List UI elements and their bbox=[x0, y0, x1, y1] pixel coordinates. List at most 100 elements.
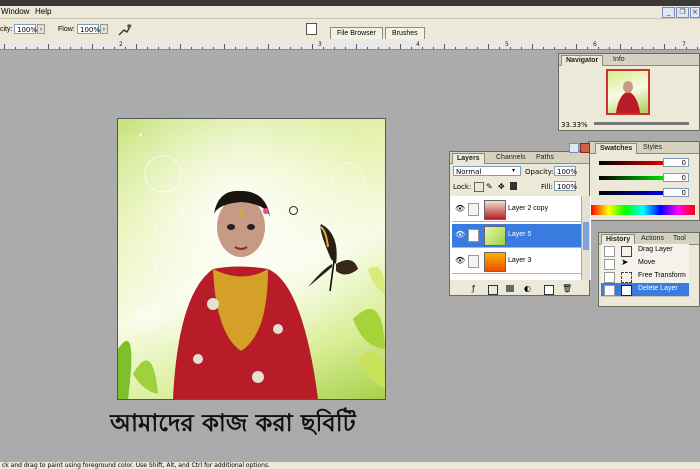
layers-list: 👁 Layer 2 copy 👁 Layer 5 👁 Layer 3 bbox=[450, 196, 591, 280]
close-button[interactable]: × bbox=[690, 7, 700, 18]
brush-link-box[interactable] bbox=[468, 255, 479, 268]
history-item[interactable]: ➤ Move bbox=[601, 257, 689, 271]
tab-channels[interactable]: Channels bbox=[492, 153, 530, 163]
tab-swatches[interactable]: Swatches bbox=[595, 143, 638, 154]
ruler-tick bbox=[125, 47, 126, 49]
ruler-tick bbox=[180, 44, 181, 49]
tab-styles[interactable]: Styles bbox=[639, 143, 666, 153]
layer-name: Layer 5 bbox=[508, 231, 532, 238]
minimize-button[interactable]: _ bbox=[662, 7, 675, 18]
red-slider[interactable] bbox=[599, 161, 673, 165]
flow-arrow-button[interactable]: › bbox=[100, 24, 108, 34]
new-set-icon[interactable] bbox=[506, 285, 514, 292]
ruler-tick bbox=[609, 47, 610, 49]
history-source-box[interactable] bbox=[604, 285, 615, 296]
blue-value[interactable]: 0 bbox=[663, 188, 689, 197]
ruler-tick bbox=[433, 47, 434, 49]
tab-layers[interactable]: Layers bbox=[452, 153, 485, 164]
navigator-tabs: Navigator Info bbox=[559, 54, 699, 66]
tab-actions[interactable]: Actions bbox=[637, 234, 668, 244]
history-item[interactable]: Delete Layer bbox=[601, 283, 689, 297]
opacity-input[interactable]: 100% bbox=[14, 24, 37, 34]
layers-minimize-button[interactable] bbox=[569, 143, 579, 153]
lock-move-icon[interactable]: ✥ bbox=[498, 182, 505, 191]
eye-icon[interactable]: 👁 bbox=[455, 231, 465, 239]
menu-window[interactable]: Window bbox=[1, 7, 29, 16]
svg-text:✦: ✦ bbox=[178, 207, 186, 217]
ruler-tick bbox=[136, 44, 137, 49]
layers-close-button[interactable] bbox=[580, 143, 590, 153]
ruler-tick bbox=[477, 47, 478, 49]
history-item-label: Move bbox=[638, 259, 656, 266]
history-source-box[interactable] bbox=[604, 259, 615, 270]
opacity-arrow-button[interactable]: › bbox=[37, 24, 45, 34]
color-ramp[interactable] bbox=[591, 205, 695, 215]
ruler-label: 2 bbox=[119, 41, 123, 48]
ruler-tick bbox=[576, 44, 577, 49]
brush-cursor-icon bbox=[289, 206, 298, 215]
history-item[interactable]: Free Transform bbox=[601, 270, 689, 284]
layer-row[interactable]: 👁 Layer 2 copy bbox=[452, 198, 581, 222]
navigator-zoom-slider[interactable] bbox=[594, 122, 689, 125]
green-value[interactable]: 0 bbox=[663, 173, 689, 182]
tab-navigator[interactable]: Navigator bbox=[561, 55, 604, 66]
ruler-label: 3 bbox=[318, 41, 322, 48]
flow-input[interactable]: 100% bbox=[77, 24, 100, 34]
fill-label: Fill: bbox=[541, 183, 553, 191]
navigator-thumbnail[interactable] bbox=[606, 69, 650, 115]
history-item-label: Free Transform bbox=[638, 272, 686, 279]
ruler-tick bbox=[488, 44, 489, 49]
ruler-tick bbox=[114, 47, 115, 49]
ruler-tick bbox=[235, 47, 236, 49]
palette-well-icon[interactable] bbox=[306, 23, 317, 35]
layer-row[interactable]: 👁 Layer 5 bbox=[452, 224, 581, 248]
history-source-box[interactable] bbox=[604, 272, 615, 283]
red-value[interactable]: 0 bbox=[663, 158, 689, 167]
ruler-tick bbox=[521, 47, 522, 49]
color-palette: Swatches Styles 0 0 0 bbox=[588, 141, 700, 221]
fill-input[interactable]: 100% bbox=[554, 181, 577, 191]
brush-icon[interactable] bbox=[468, 229, 479, 242]
brush-link-box[interactable] bbox=[468, 203, 479, 216]
ruler-tick bbox=[48, 44, 49, 49]
tab-paths[interactable]: Paths bbox=[532, 153, 558, 163]
navigator-zoom-value[interactable]: 33.33% bbox=[561, 121, 588, 129]
airbrush-icon[interactable] bbox=[118, 23, 132, 36]
navigator-palette: Navigator Info 33.33% bbox=[558, 53, 700, 131]
green-slider[interactable] bbox=[599, 176, 673, 180]
tab-info[interactable]: Info bbox=[609, 55, 629, 65]
restore-button[interactable]: ❐ bbox=[676, 7, 689, 18]
tab-brushes[interactable]: Brushes bbox=[385, 27, 425, 39]
layer-opacity-input[interactable]: 100% bbox=[554, 166, 577, 176]
lock-all-icon[interactable] bbox=[510, 182, 517, 190]
tab-file-browser[interactable]: File Browser bbox=[330, 27, 383, 39]
ruler-tick bbox=[81, 47, 82, 49]
eye-icon[interactable]: 👁 bbox=[455, 257, 465, 265]
ruler-tick bbox=[367, 47, 368, 49]
adjustment-layer-icon[interactable]: ◐ bbox=[524, 284, 531, 293]
tab-tool-presets[interactable]: Tool Pres bbox=[669, 234, 699, 252]
ruler-tick bbox=[598, 47, 599, 49]
history-source-box[interactable] bbox=[604, 246, 615, 257]
new-layer-icon[interactable] bbox=[544, 285, 554, 295]
lock-brush-icon[interactable]: ✎ bbox=[486, 182, 493, 191]
layer-style-icon[interactable]: ƒ bbox=[472, 284, 475, 293]
document-canvas[interactable]: ✦ ✦ ✦ bbox=[117, 118, 386, 400]
lock-transparent-icon[interactable] bbox=[474, 182, 484, 192]
ruler-tick bbox=[345, 47, 346, 49]
caption-text: আমাদের কাজ করা ছবিটি bbox=[110, 409, 356, 437]
trash-icon[interactable]: 🗑 bbox=[562, 284, 572, 293]
menu-help[interactable]: Help bbox=[35, 7, 51, 16]
history-item[interactable]: Drag Layer bbox=[601, 244, 689, 258]
blue-slider[interactable] bbox=[599, 191, 673, 195]
ruler-tick bbox=[554, 47, 555, 49]
ruler-tick bbox=[686, 47, 687, 49]
eye-icon[interactable]: 👁 bbox=[455, 205, 465, 213]
ruler-tick bbox=[70, 47, 71, 49]
layer-row[interactable]: 👁 Layer 3 bbox=[452, 250, 581, 274]
layers-scrollbar[interactable] bbox=[581, 196, 590, 280]
layer-mask-icon[interactable] bbox=[488, 285, 498, 295]
history-palette: History Actions Tool Pres Drag Layer ➤ M… bbox=[598, 232, 700, 307]
blend-mode-select[interactable]: Normal bbox=[453, 166, 521, 176]
ruler-tick bbox=[224, 44, 225, 49]
